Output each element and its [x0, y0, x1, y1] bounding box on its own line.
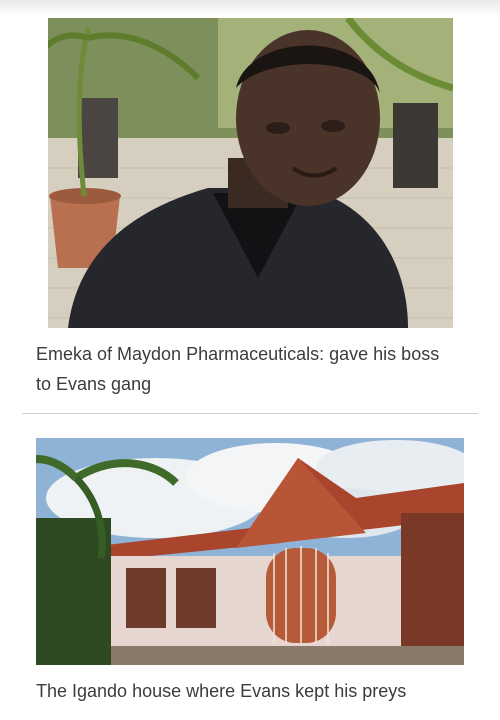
article-caption[interactable]: The Igando house where Evans kept his pr… [36, 676, 476, 706]
top-edge-shadow [0, 0, 500, 16]
article-divider [22, 413, 478, 414]
article-photo-emeka[interactable] [48, 18, 453, 328]
article-caption[interactable]: Emeka of Maydon Pharmaceuticals: gave hi… [36, 339, 456, 399]
article-photo-igando-house[interactable] [36, 438, 464, 665]
